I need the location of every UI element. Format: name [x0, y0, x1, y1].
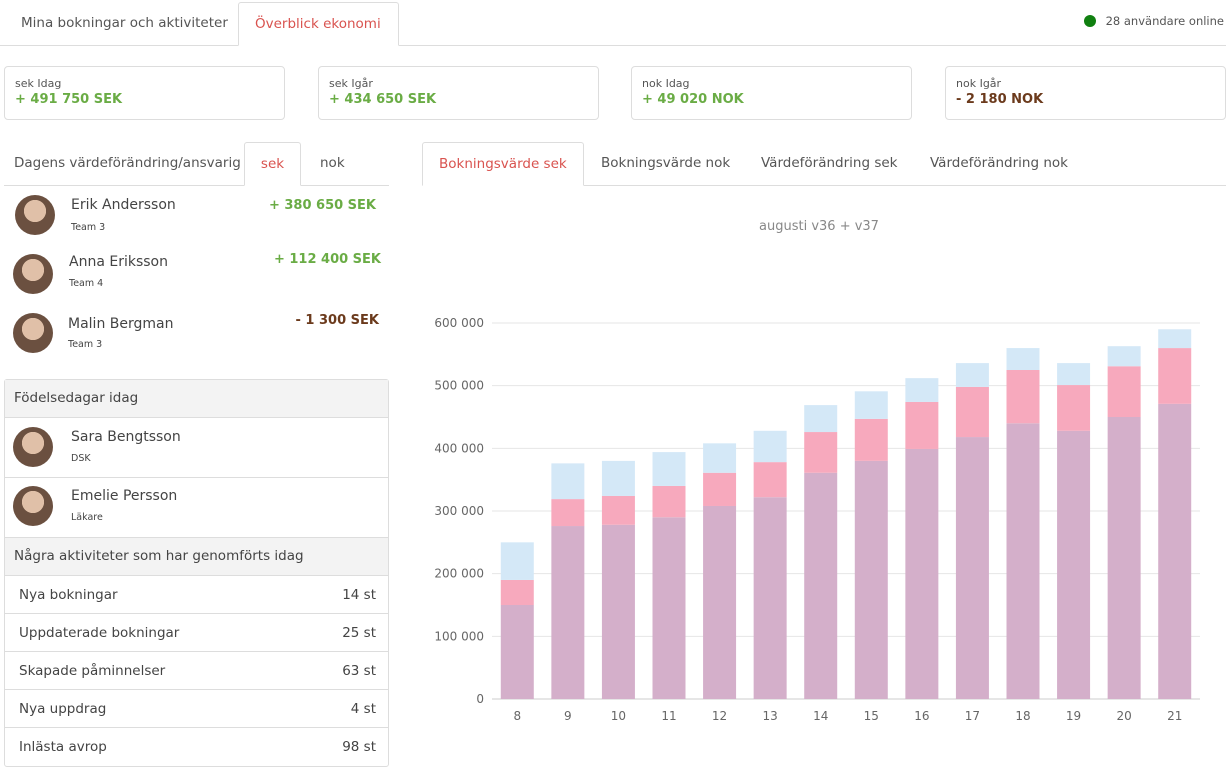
bar-segment-2[interactable] [551, 463, 585, 500]
bar-segment-2[interactable] [804, 405, 838, 433]
bar-segment-0[interactable] [854, 460, 888, 699]
bar-segment-1[interactable] [500, 579, 534, 605]
bar-segment-2[interactable] [1006, 348, 1040, 370]
bar-segment-1[interactable] [804, 432, 838, 473]
bar-segment-1[interactable] [703, 472, 737, 506]
x-tick-label: 20 [1117, 709, 1132, 723]
bar-segment-0[interactable] [1057, 430, 1091, 699]
bar-segment-1[interactable] [1057, 385, 1091, 431]
y-tick-label: 600 000 [434, 316, 484, 330]
bar-segment-0[interactable] [703, 505, 737, 699]
x-tick-label: 14 [813, 709, 828, 723]
bar-segment-1[interactable] [652, 485, 686, 518]
bar-segment-1[interactable] [1107, 366, 1141, 417]
bar-segment-0[interactable] [1158, 403, 1192, 699]
chart-title: augusti v36 + v37 [759, 219, 879, 234]
bar-segment-2[interactable] [652, 452, 686, 486]
bar-segment-1[interactable] [854, 418, 888, 461]
x-tick-label: 9 [564, 709, 572, 723]
bar-chart: augusti v36 + v37 0 100 000 200 000 300 000… [434, 219, 1200, 723]
x-tick-label: 17 [965, 709, 980, 723]
x-tick-label: 10 [611, 709, 626, 723]
x-tick-label: 19 [1066, 709, 1081, 723]
bar-segment-2[interactable] [753, 430, 787, 463]
bar-segment-0[interactable] [1006, 423, 1040, 699]
bar-segment-2[interactable] [601, 460, 635, 496]
y-tick-label: 200 000 [434, 567, 484, 581]
bar-segment-2[interactable] [905, 378, 939, 402]
bar-segment-2[interactable] [854, 391, 888, 419]
y-tick-label: 500 000 [434, 379, 484, 393]
x-tick-label: 8 [513, 709, 521, 723]
bar-segment-1[interactable] [905, 401, 939, 449]
bar-segment-2[interactable] [1158, 329, 1192, 349]
y-tick-label: 400 000 [434, 441, 484, 455]
bar-segment-2[interactable] [703, 443, 737, 473]
bar-segment-1[interactable] [753, 462, 787, 498]
bar-segment-1[interactable] [1006, 370, 1040, 424]
x-tick-label: 21 [1167, 709, 1182, 723]
bar-segment-2[interactable] [1107, 346, 1141, 367]
bar-segment-1[interactable] [551, 499, 585, 527]
x-tick-label: 16 [914, 709, 929, 723]
y-tick-label: 0 [476, 692, 484, 706]
x-tick-label: 12 [712, 709, 727, 723]
x-tick-label: 15 [864, 709, 879, 723]
bar-segment-0[interactable] [652, 517, 686, 699]
bar-segment-2[interactable] [1057, 363, 1091, 386]
bar-segment-2[interactable] [955, 363, 989, 387]
bar-segment-2[interactable] [500, 542, 534, 580]
bar-segment-0[interactable] [601, 524, 635, 699]
bar-segment-0[interactable] [1107, 417, 1141, 699]
bar-segment-1[interactable] [1158, 348, 1192, 404]
y-tick-label: 300 000 [434, 504, 484, 518]
x-tick-label: 11 [661, 709, 676, 723]
bar-segment-1[interactable] [601, 495, 635, 525]
y-tick-label: 100 000 [434, 629, 484, 643]
bar-segment-0[interactable] [500, 605, 534, 699]
bar-segment-0[interactable] [955, 437, 989, 699]
bar-segment-1[interactable] [955, 386, 989, 438]
bar-segment-0[interactable] [905, 448, 939, 699]
bar-segment-0[interactable] [551, 526, 585, 699]
bar-segment-0[interactable] [753, 497, 787, 699]
bar-segment-0[interactable] [804, 472, 838, 699]
x-tick-label: 13 [763, 709, 778, 723]
x-tick-label: 18 [1015, 709, 1030, 723]
